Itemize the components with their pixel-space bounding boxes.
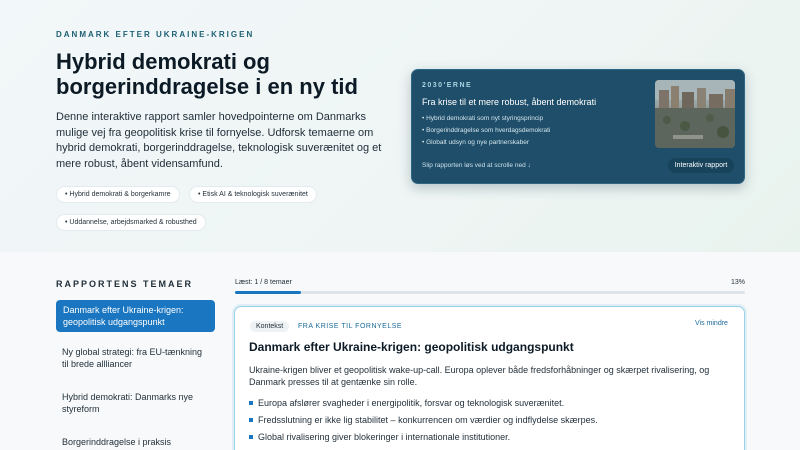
section-subtag: FRA KRISE TIL FORNYELSE — [298, 323, 403, 330]
section-bullet: Global rivalisering giver blokeringer i … — [249, 431, 734, 443]
hero-chips: Hybrid demokrati & borgerkamre Etisk AI … — [56, 183, 386, 239]
show-less-link[interactable]: Vis mindre — [695, 320, 728, 327]
card-list: Hybrid demokrati som nyt styringsprincip… — [422, 113, 550, 149]
section-title: Danmark efter Ukraine-krigen: geopolitis… — [249, 340, 574, 354]
toc-title: RAPPORTENS TEMAER — [56, 279, 194, 289]
card-eyebrow: 2030'ERNE — [422, 82, 473, 89]
hero-lead: Denne interaktive rapport samler hovedpo… — [56, 111, 382, 170]
section-text: Ukraine-krigen bliver et geopolitisk wak… — [249, 365, 710, 387]
toc-list: Danmark efter Ukraine-krigen: geopolitis… — [56, 300, 215, 450]
card-list-item: Hybrid demokrati som nyt styringsprincip — [422, 113, 550, 125]
toc-item-geopolitics[interactable]: Danmark efter Ukraine-krigen: geopolitis… — [56, 300, 215, 332]
section-card: Kontekst FRA KRISE TIL FORNYELSE Vis min… — [234, 306, 745, 450]
chip-education: Uddannelse, arbejdsmarked & robusthed — [56, 214, 206, 231]
toc-item-global-strategy[interactable]: Ny global strategi: fra EU-tænkning til … — [56, 343, 215, 373]
card-list-item: Borgerinddragelse som hverdagsdemokrati — [422, 125, 550, 137]
section-bullets: Europa afslører svagheder i energipoliti… — [249, 397, 734, 448]
progress-label: Læst: 1 / 8 temaer — [235, 279, 292, 286]
card-list-item: Globalt udsyn og nye partnerskaber — [422, 137, 550, 149]
progress-fill — [235, 291, 302, 294]
city-photo-graphic — [655, 80, 735, 148]
toc-item-hybrid-democracy[interactable]: Hybrid demokrati: Danmarks nye styreform — [56, 388, 215, 418]
toc-item-citizen-involvement[interactable]: Borgerinddragelse i praksis — [56, 433, 215, 450]
progress-bar — [235, 291, 745, 294]
section-bullet: Fredsslutning er ikke lig stabilitet – k… — [249, 414, 734, 426]
card-title: Fra krise til et mere robust, åbent demo… — [422, 97, 597, 107]
page-title: Hybrid demokrati og borgerinddragelse i … — [56, 49, 358, 99]
card-scroll-hint: Slip rapporten løs ved at scrolle ned ↓ — [422, 162, 531, 169]
chip-ethical-ai: Etisk AI & teknologisk suverænitet — [189, 186, 317, 203]
interactive-report-button[interactable]: Interaktiv rapport — [668, 158, 734, 173]
hero-eyebrow: DANMARK EFTER UKRAINE-KRIGEN — [56, 30, 255, 39]
context-tag: Kontekst — [250, 321, 290, 332]
progress-percent: 13% — [731, 279, 746, 286]
city-photo — [655, 80, 735, 148]
section-bullet: Europa afslører svagheder i energipoliti… — [249, 397, 734, 409]
chip-hybrid-democracy: Hybrid demokrati & borgerkamre — [56, 186, 180, 203]
